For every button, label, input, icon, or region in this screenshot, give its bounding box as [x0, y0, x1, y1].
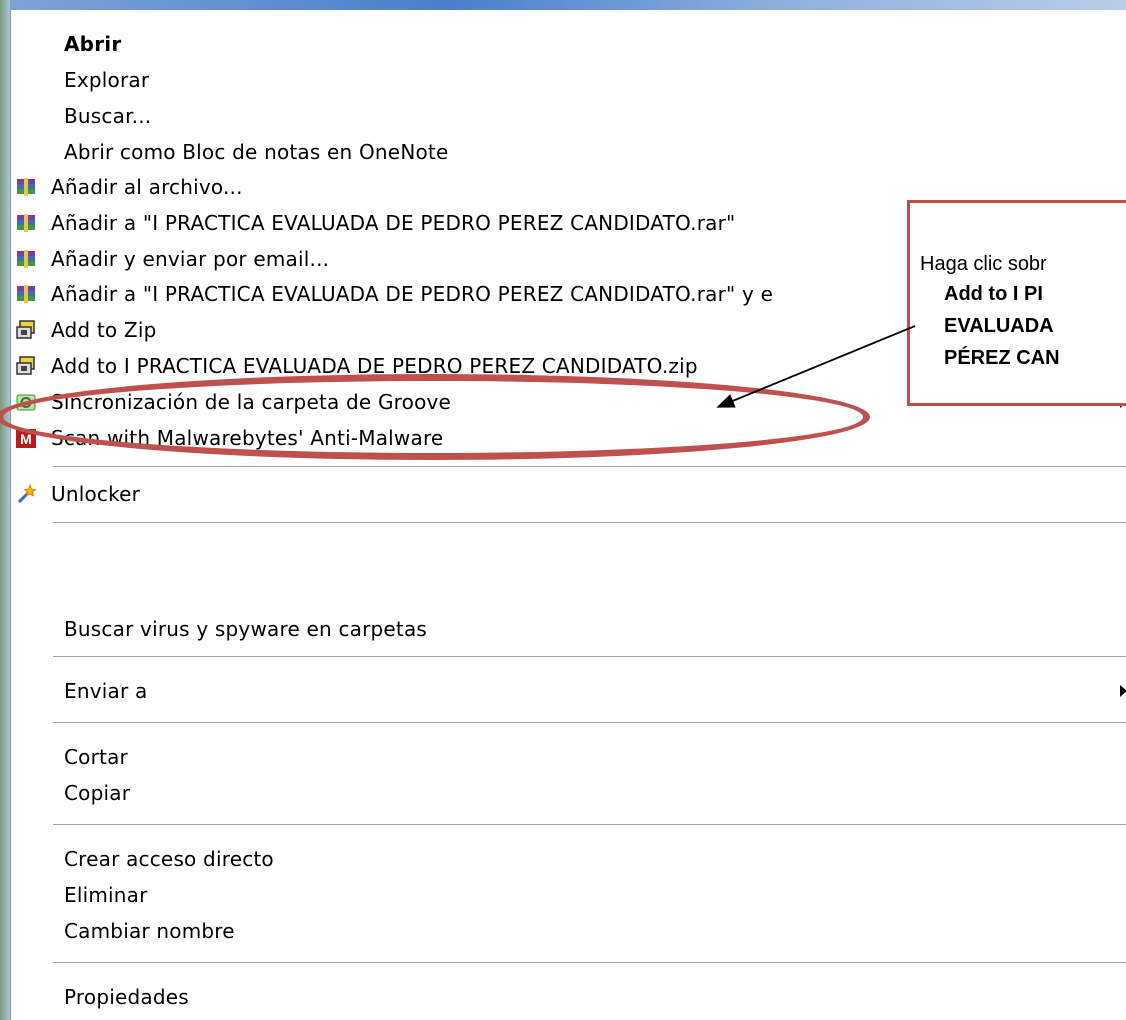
annotation-arrow	[716, 325, 916, 408]
